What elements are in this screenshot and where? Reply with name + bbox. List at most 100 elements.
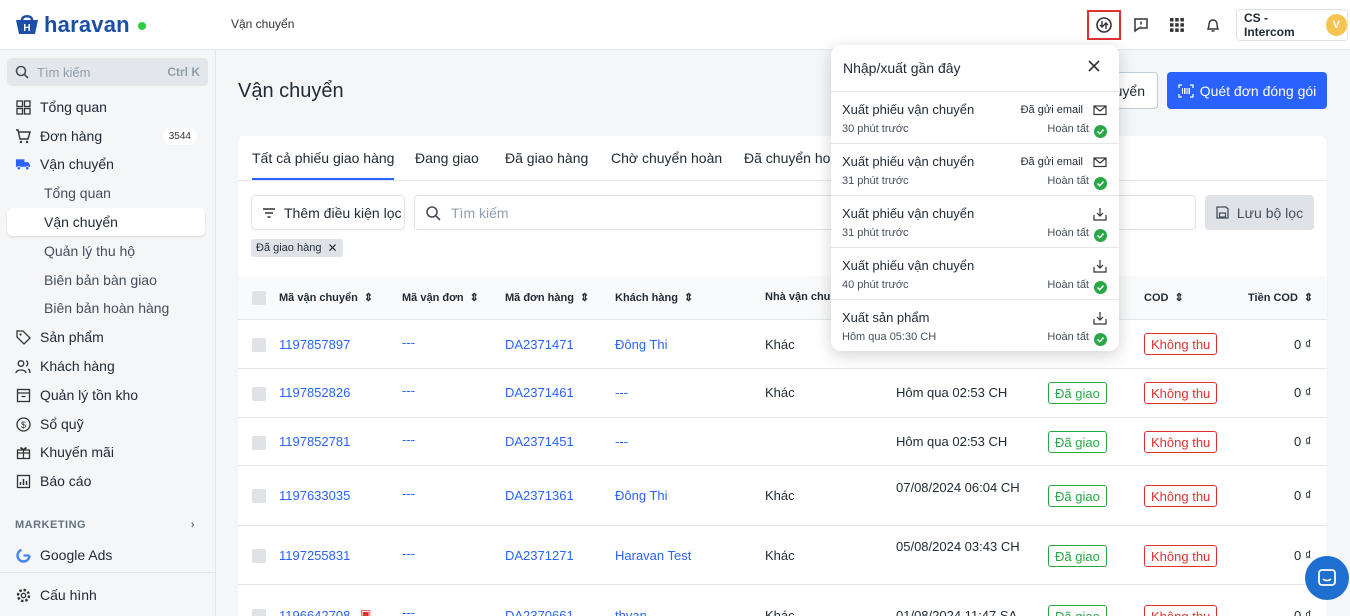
shipping-code-link[interactable]: 1197633035: [279, 488, 350, 503]
table-row[interactable]: 1196642708 ▣ --- DA2370661 thvan Khác 01…: [238, 585, 1327, 616]
tab-all[interactable]: Tất cả phiếu giao hàng: [252, 150, 395, 180]
sidebar-item-customers[interactable]: Khách hàng: [7, 352, 205, 380]
column-label: COD: [1144, 291, 1169, 304]
sidebar-item-inventory[interactable]: Quản lý tồn kho: [7, 381, 205, 409]
cod-amount: 0 ₫: [1294, 337, 1312, 352]
download-icon[interactable]: [1093, 311, 1107, 325]
notifications-button[interactable]: [1196, 10, 1230, 40]
delivery-date: Hôm qua 02:53 CH: [896, 434, 1008, 449]
add-filter-button[interactable]: Thêm điều kiện lọc: [251, 195, 405, 230]
history-item[interactable]: Xuất sản phẩm Hôm qua 05:30 CH Hoàn tất: [831, 299, 1119, 351]
shipping-code-link[interactable]: 1197852781: [279, 434, 350, 449]
waybill-code: ---: [402, 432, 415, 447]
sidebar-item-cashbook[interactable]: $ Sổ quỹ: [7, 410, 205, 438]
shipping-code-link[interactable]: 1197852826: [279, 385, 350, 400]
sidebar-item-settings[interactable]: Cấu hình: [7, 581, 205, 609]
order-code-link[interactable]: DA2370661: [505, 608, 574, 616]
feedback-button[interactable]: [1124, 10, 1158, 40]
history-item[interactable]: Xuất phiếu vận chuyển 40 phút trước Hoàn…: [831, 247, 1119, 299]
column-header-cod-amount[interactable]: Tiền COD ⇕: [1248, 291, 1313, 305]
sidebar-item-shipping[interactable]: Vận chuyển: [7, 150, 205, 178]
row-checkbox[interactable]: [252, 609, 266, 616]
carrier-name: Khác: [765, 488, 795, 503]
order-code-link[interactable]: DA2371451: [505, 434, 574, 449]
save-icon: [1216, 206, 1229, 219]
order-code-link[interactable]: DA2371361: [505, 488, 574, 503]
check-circle-icon: [1094, 333, 1107, 346]
sidebar-subitem-cod[interactable]: Quản lý thu hộ: [7, 237, 205, 265]
tab-shipping[interactable]: Đang giao: [415, 150, 479, 166]
column-header-cod[interactable]: COD ⇕: [1144, 291, 1184, 305]
table-row[interactable]: 1197633035 --- DA2371361 Đông Thi Khác 0…: [238, 466, 1327, 526]
row-checkbox[interactable]: [252, 387, 266, 401]
sidebar-item-google-ads[interactable]: Google Ads: [7, 541, 205, 569]
scan-package-button[interactable]: Quét đơn đóng gói: [1167, 72, 1327, 109]
tab-returned[interactable]: Đã chuyển hoà: [744, 150, 838, 166]
scan-package-label: Quét đơn đóng gói: [1199, 82, 1317, 99]
sidebar-item-orders[interactable]: Đơn hàng 3544: [7, 122, 205, 150]
history-item[interactable]: Xuất phiếu vận chuyển 30 phút trước Đã g…: [831, 91, 1119, 143]
sidebar-item-products[interactable]: Sản phẩm: [7, 323, 205, 351]
sidebar-subitem-return[interactable]: Biên bản hoàn hàng: [7, 294, 205, 322]
row-checkbox[interactable]: [252, 338, 266, 352]
table-row[interactable]: 1197852781 --- DA2371451 --- Hôm qua 02:…: [238, 418, 1327, 466]
column-header-customer[interactable]: Khách hàng ⇕: [615, 291, 693, 305]
customer-link[interactable]: Đông Thi: [615, 488, 668, 503]
sidebar-subitem-handover[interactable]: Biên bản bàn giao: [7, 266, 205, 294]
table-row[interactable]: 1197852826 --- DA2371461 --- Khác Hôm qu…: [238, 369, 1327, 418]
marketing-section-toggle[interactable]: MARKETING ›: [15, 519, 195, 531]
cod-amount: 0 ₫: [1294, 548, 1312, 563]
delivery-status-badge: Đã giao: [1048, 382, 1107, 404]
tab-delivered[interactable]: Đã giao hàng: [505, 150, 588, 166]
status-tabs: Tất cả phiếu giao hàng Đang giao Đã giao…: [238, 136, 1327, 181]
history-item[interactable]: Xuất phiếu vận chuyển 31 phút trước Hoàn…: [831, 195, 1119, 247]
download-icon[interactable]: [1093, 259, 1107, 273]
row-checkbox[interactable]: [252, 549, 266, 563]
customer-link[interactable]: ---: [615, 385, 628, 400]
table-row[interactable]: 1197857897 --- DA2371471 Đông Thi Khác K…: [238, 320, 1327, 369]
customer-link[interactable]: Haravan Test: [615, 548, 691, 563]
user-menu[interactable]: CS - Intercom V: [1236, 9, 1348, 41]
waybill-code: ---: [402, 335, 415, 350]
history-item-name: Xuất phiếu vận chuyển: [842, 258, 975, 273]
check-circle-icon: [1094, 177, 1107, 190]
column-header-carrier[interactable]: Nhà vận chu: [765, 291, 830, 303]
row-checkbox[interactable]: [252, 489, 266, 503]
gift-icon: [15, 444, 31, 460]
save-filter-button[interactable]: Lưu bộ lọc: [1205, 195, 1314, 230]
customer-link[interactable]: thvan: [615, 608, 647, 616]
sidebar-subitem-shipping[interactable]: Vận chuyển: [7, 208, 205, 236]
row-checkbox[interactable]: [252, 436, 266, 450]
order-code-link[interactable]: DA2371461: [505, 385, 574, 400]
tag-icon: [15, 329, 31, 345]
svg-text:H: H: [23, 23, 30, 34]
apps-button[interactable]: [1160, 10, 1194, 40]
chat-launcher-button[interactable]: [1305, 556, 1349, 600]
import-export-history-button[interactable]: [1087, 10, 1121, 40]
search-placeholder: Tìm kiếm: [451, 204, 509, 221]
grid-icon: [1170, 18, 1184, 32]
sidebar-item-promotions[interactable]: Khuyến mãi: [7, 438, 205, 466]
customer-link[interactable]: Đông Thi: [615, 337, 668, 352]
sidebar-search-input[interactable]: Tìm kiếm Ctrl K: [7, 58, 208, 86]
sidebar-item-overview[interactable]: Tổng quan: [7, 93, 205, 121]
brand-logo[interactable]: H haravan: [14, 12, 146, 38]
column-header-waybill[interactable]: Mã vận đơn ⇕: [402, 291, 479, 305]
column-header-order[interactable]: Mã đơn hàng ⇕: [505, 291, 589, 305]
sidebar-subitem-overview[interactable]: Tổng quan: [7, 179, 205, 207]
shipping-code-link[interactable]: 1197857897: [279, 337, 350, 352]
download-icon[interactable]: [1093, 207, 1107, 221]
shipping-code-link[interactable]: 1197255831: [279, 548, 350, 563]
close-icon[interactable]: [1087, 59, 1101, 73]
order-code-link[interactable]: DA2371271: [505, 548, 574, 563]
order-code-link[interactable]: DA2371471: [505, 337, 574, 352]
tab-pending-return[interactable]: Chờ chuyển hoàn: [611, 150, 722, 166]
customer-link[interactable]: ---: [615, 434, 628, 449]
sidebar-item-reports[interactable]: Báo cáo: [7, 467, 205, 495]
shipping-code-link[interactable]: 1196642708: [279, 608, 350, 616]
table-row[interactable]: 1197255831 --- DA2371271 Haravan Test Kh…: [238, 526, 1327, 585]
close-icon[interactable]: ✕: [327, 241, 337, 255]
select-all-checkbox[interactable]: [252, 291, 266, 305]
column-header-shipping-code[interactable]: Mã vận chuyển ⇕: [279, 291, 373, 305]
history-item[interactable]: Xuất phiếu vận chuyển 31 phút trước Đã g…: [831, 143, 1119, 195]
